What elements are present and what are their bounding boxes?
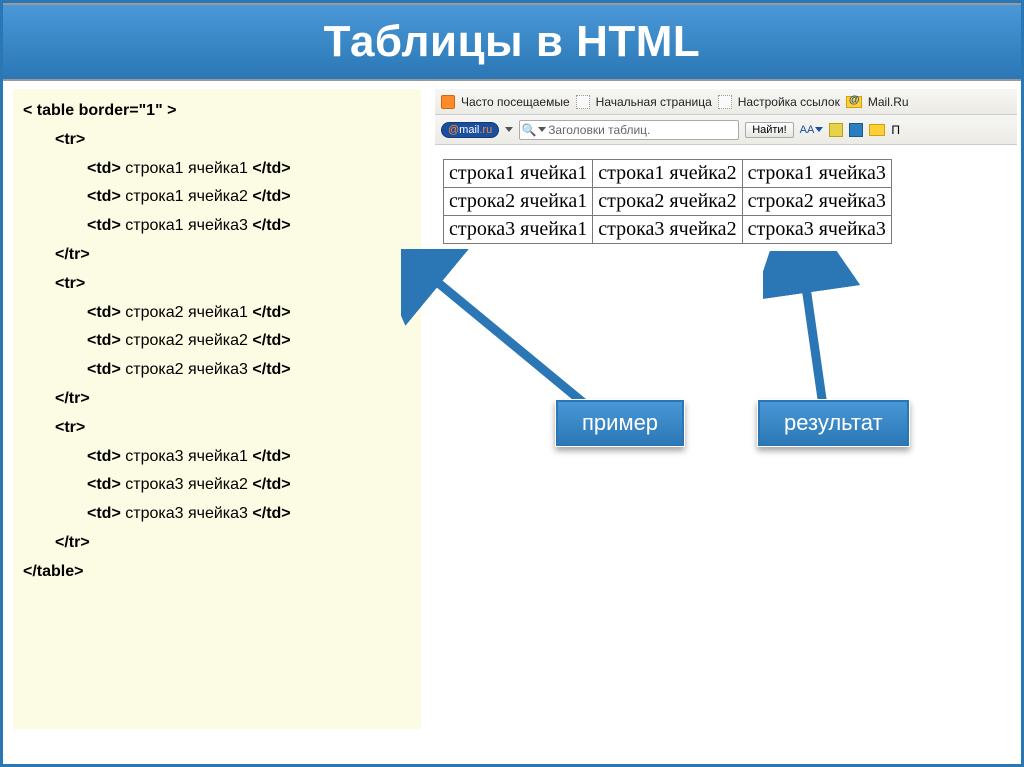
- table-row: строка1 ячейка1 строка1 ячейка2 строка1 …: [444, 160, 892, 188]
- mailru-brand[interactable]: @mail.ru: [441, 122, 499, 138]
- table-cell: строка3 ячейка1: [444, 216, 593, 244]
- code-text: строка2 ячейка3: [125, 361, 248, 378]
- code-tag: <td>: [87, 476, 121, 493]
- code-tag: <td>: [87, 304, 121, 321]
- code-tag: <td>: [87, 188, 121, 205]
- bookmark-frequent[interactable]: Часто посещаемые: [461, 95, 570, 109]
- table-cell: строка3 ячейка2: [593, 216, 742, 244]
- code-tag: </td>: [252, 505, 290, 522]
- table-cell: строка1 ячейка3: [742, 160, 891, 188]
- table-cell: строка1 ячейка1: [444, 160, 593, 188]
- palette-icon[interactable]: [829, 123, 843, 137]
- mail-icon[interactable]: [869, 124, 885, 136]
- search-toolbar: @mail.ru 🔍 Найти! АА П: [435, 115, 1017, 145]
- label-result: результат: [757, 399, 910, 447]
- search-icon: 🔍: [520, 121, 538, 139]
- code-tag: <tr>: [55, 275, 85, 292]
- code-tag: </tr>: [55, 534, 90, 551]
- result-table: строка1 ячейка1 строка1 ячейка2 строка1 …: [443, 159, 892, 244]
- code-tag: < table border="1" >: [23, 102, 176, 119]
- bookmark-start[interactable]: Начальная страница: [596, 95, 712, 109]
- search-wrap: 🔍: [519, 120, 739, 140]
- chevron-down-icon[interactable]: [538, 127, 546, 132]
- table-cell: строка2 ячейка1: [444, 188, 593, 216]
- code-tag: </td>: [252, 188, 290, 205]
- shield-icon[interactable]: [849, 123, 863, 137]
- mailru-icon: [846, 96, 862, 108]
- browser-pane: Часто посещаемые Начальная страница Наст…: [435, 89, 1017, 244]
- code-text: строка3 ячейка2: [125, 476, 248, 493]
- table-row: строка3 ячейка1 строка3 ячейка2 строка3 …: [444, 216, 892, 244]
- code-tag: <tr>: [55, 131, 85, 148]
- code-panel: < table border="1" > <tr> <td> строка1 я…: [13, 89, 421, 729]
- search-input[interactable]: [546, 123, 738, 137]
- bookmark-links[interactable]: Настройка ссылок: [738, 95, 840, 109]
- code-text: строка1 ячейка3: [125, 217, 248, 234]
- code-tag: </tr>: [55, 390, 90, 407]
- code-tag: </td>: [252, 304, 290, 321]
- code-tag: <td>: [87, 332, 121, 349]
- table-cell: строка2 ячейка3: [742, 188, 891, 216]
- code-tag: </td>: [252, 332, 290, 349]
- slide-title-band: Таблицы в HTML: [3, 3, 1021, 81]
- code-tag: <td>: [87, 448, 121, 465]
- code-text: строка3 ячейка3: [125, 505, 248, 522]
- toolbar-label: П: [891, 123, 900, 137]
- code-tag: </td>: [252, 361, 290, 378]
- code-tag: <td>: [87, 361, 121, 378]
- bookmark-mailru[interactable]: Mail.Ru: [868, 95, 909, 109]
- code-tag: </td>: [252, 476, 290, 493]
- code-text: строка2 ячейка1: [125, 304, 248, 321]
- table-cell: строка1 ячейка2: [593, 160, 742, 188]
- code-text: строка2 ячейка2: [125, 332, 248, 349]
- code-text: строка1 ячейка2: [125, 188, 248, 205]
- bookmark-icon: [441, 95, 455, 109]
- table-cell: строка3 ячейка3: [742, 216, 891, 244]
- code-tag: </tr>: [55, 246, 90, 263]
- text-size-button[interactable]: АА: [800, 124, 824, 136]
- code-tag: </table>: [23, 563, 83, 580]
- chevron-down-icon[interactable]: [505, 127, 513, 132]
- code-tag: <td>: [87, 505, 121, 522]
- code-tag: </td>: [252, 448, 290, 465]
- table-cell: строка2 ячейка2: [593, 188, 742, 216]
- code-tag: <tr>: [55, 419, 85, 436]
- arrow-result: [763, 251, 883, 421]
- code-tag: </td>: [252, 217, 290, 234]
- find-button[interactable]: Найти!: [745, 122, 793, 138]
- bookmark-icon: [718, 95, 732, 109]
- slide-title: Таблицы в HTML: [324, 17, 701, 67]
- code-text: строка1 ячейка1: [125, 160, 248, 177]
- code-text: строка3 ячейка1: [125, 448, 248, 465]
- bookmarks-toolbar: Часто посещаемые Начальная страница Наст…: [435, 89, 1017, 115]
- code-tag: </td>: [252, 160, 290, 177]
- code-tag: <td>: [87, 160, 121, 177]
- code-tag: <td>: [87, 217, 121, 234]
- label-example: пример: [555, 399, 685, 447]
- table-row: строка2 ячейка1 строка2 ячейка2 строка2 …: [444, 188, 892, 216]
- bookmark-icon: [576, 95, 590, 109]
